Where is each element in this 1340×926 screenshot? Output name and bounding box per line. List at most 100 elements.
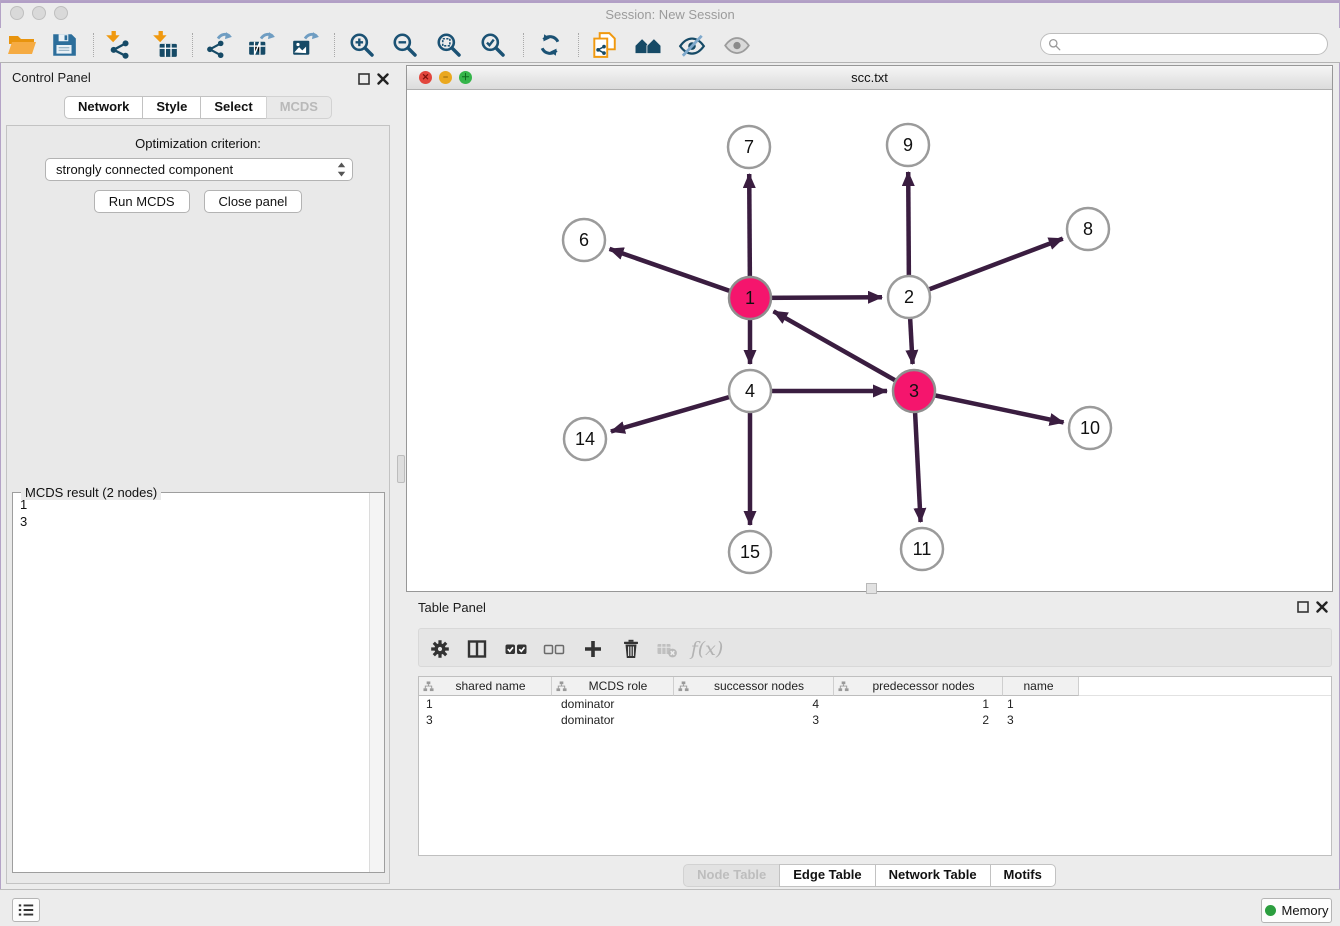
- show-panels-button[interactable]: [12, 898, 40, 922]
- window-titlebar: Session: New Session: [0, 0, 1340, 25]
- node-table-header: shared name MCDS role successor nodes pr…: [419, 677, 1331, 696]
- column-header-name[interactable]: name: [1003, 677, 1079, 696]
- graph-edge-1-6[interactable]: [610, 249, 751, 298]
- table-settings-button[interactable]: [426, 635, 454, 663]
- control-panel-window-buttons: [358, 73, 389, 85]
- deselect-all-rows-button[interactable]: [540, 635, 568, 663]
- show-elements-button[interactable]: [720, 29, 754, 61]
- search-icon: [1048, 38, 1061, 51]
- split-columns-icon: [465, 637, 489, 661]
- tab-style[interactable]: Style: [142, 96, 201, 119]
- graph-node-label: 11: [913, 539, 932, 559]
- houses-icon: [634, 31, 662, 59]
- zoom-out-button[interactable]: [388, 29, 422, 61]
- memory-label: Memory: [1282, 903, 1329, 918]
- import-network-button[interactable]: [101, 29, 135, 61]
- hierarchy-icon: [838, 681, 849, 692]
- cell-predecessor-nodes: 1: [834, 697, 1003, 711]
- zoom-out-icon: [391, 31, 419, 59]
- graph-edge-3-10[interactable]: [914, 391, 1064, 422]
- cell-shared-name: 3: [419, 713, 552, 727]
- mcds-result-item: 1: [13, 496, 370, 513]
- hierarchy-icon: [556, 681, 567, 692]
- create-column-button[interactable]: [579, 635, 607, 663]
- open-session-button[interactable]: [5, 29, 39, 61]
- search-input[interactable]: [1065, 36, 1327, 52]
- show-columns-button[interactable]: [463, 635, 491, 663]
- zoom-fit-button[interactable]: [432, 29, 466, 61]
- hierarchy-icon: [423, 681, 434, 692]
- graph-node-label: 1: [745, 288, 755, 308]
- table-panel-title: Table Panel: [418, 600, 486, 615]
- network-graph[interactable]: 7968124314101511: [407, 89, 1332, 591]
- graph-node-label: 9: [903, 135, 913, 155]
- export-image-icon: [291, 31, 319, 59]
- unchecked-checkboxes-icon: [541, 637, 567, 661]
- column-header-shared-name[interactable]: shared name: [419, 677, 552, 696]
- graph-edge-3-1[interactable]: [774, 311, 915, 391]
- window-title: Session: New Session: [0, 7, 1340, 22]
- column-header-successor-nodes[interactable]: successor nodes: [674, 677, 834, 696]
- column-header-mcds-role[interactable]: MCDS role: [552, 677, 674, 696]
- export-table-button[interactable]: [244, 29, 278, 61]
- column-header-predecessor-nodes[interactable]: predecessor nodes: [834, 677, 1003, 696]
- split-pane-grip[interactable]: [397, 455, 405, 483]
- optimization-criterion-value: strongly connected component: [56, 162, 337, 177]
- cell-name: 3: [1003, 713, 1079, 727]
- network-window-title: scc.txt: [407, 70, 1332, 85]
- column-label: predecessor nodes: [849, 679, 1002, 693]
- tab-motifs[interactable]: Motifs: [990, 864, 1056, 887]
- zoom-in-icon: [348, 31, 376, 59]
- zoom-selected-button[interactable]: [476, 29, 510, 61]
- home-view-button[interactable]: [631, 29, 665, 61]
- select-stepper-icon: [337, 162, 346, 177]
- toolbar-separator: [93, 33, 94, 57]
- table-row[interactable]: 3 dominator 3 2 3: [419, 712, 1331, 728]
- tab-network-table[interactable]: Network Table: [875, 864, 991, 887]
- hide-elements-button[interactable]: [675, 29, 709, 61]
- eye-slash-icon: [678, 31, 706, 59]
- float-panel-icon[interactable]: [1297, 601, 1309, 613]
- import-table-button[interactable]: [148, 29, 182, 61]
- network-search-field[interactable]: [1040, 33, 1328, 55]
- tab-network[interactable]: Network: [64, 96, 143, 119]
- tab-edge-table[interactable]: Edge Table: [779, 864, 875, 887]
- table-toolbar: f(x): [418, 628, 1332, 667]
- zoom-in-button[interactable]: [345, 29, 379, 61]
- tab-select[interactable]: Select: [200, 96, 266, 119]
- clone-network-button[interactable]: [587, 29, 621, 61]
- column-label: MCDS role: [567, 679, 673, 693]
- delete-columns-button[interactable]: [617, 635, 645, 663]
- mcds-result-group: MCDS result (2 nodes) 1 3: [12, 492, 385, 873]
- import-network-icon: [104, 31, 132, 59]
- refresh-layout-button[interactable]: [533, 29, 567, 61]
- tab-node-table[interactable]: Node Table: [683, 864, 780, 887]
- float-panel-icon[interactable]: [358, 73, 370, 85]
- memory-status-icon: [1265, 905, 1276, 916]
- delete-table-icon: [655, 637, 679, 661]
- close-panel-icon[interactable]: [1316, 601, 1328, 613]
- graph-node-label: 4: [745, 381, 755, 401]
- export-image-button[interactable]: [288, 29, 322, 61]
- memory-button[interactable]: Memory: [1261, 898, 1332, 923]
- copy-network-icon: [590, 31, 618, 59]
- close-panel-icon[interactable]: [377, 73, 389, 85]
- network-view-window: ✕ − ＋ scc.txt 7968124314101511: [406, 65, 1333, 592]
- select-all-rows-button[interactable]: [502, 635, 530, 663]
- export-network-button[interactable]: [201, 29, 235, 61]
- tab-mcds[interactable]: MCDS: [266, 96, 332, 119]
- optimization-criterion-select[interactable]: strongly connected component: [45, 158, 353, 181]
- cell-predecessor-nodes: 2: [834, 713, 1003, 727]
- graph-edge-2-8[interactable]: [909, 239, 1063, 297]
- result-scrollbar[interactable]: [369, 493, 384, 872]
- mcds-result-item: 3: [13, 513, 370, 530]
- table-row[interactable]: 1 dominator 4 1 1: [419, 696, 1331, 712]
- network-resize-grip[interactable]: [866, 583, 877, 594]
- save-session-button[interactable]: [47, 29, 81, 61]
- toolbar-separator: [192, 33, 193, 57]
- run-mcds-button[interactable]: Run MCDS: [94, 190, 190, 213]
- node-table: shared name MCDS role successor nodes pr…: [418, 676, 1332, 856]
- graph-node-label: 6: [579, 230, 589, 250]
- mcds-result-list[interactable]: 1 3: [13, 496, 370, 872]
- close-panel-button[interactable]: Close panel: [204, 190, 303, 213]
